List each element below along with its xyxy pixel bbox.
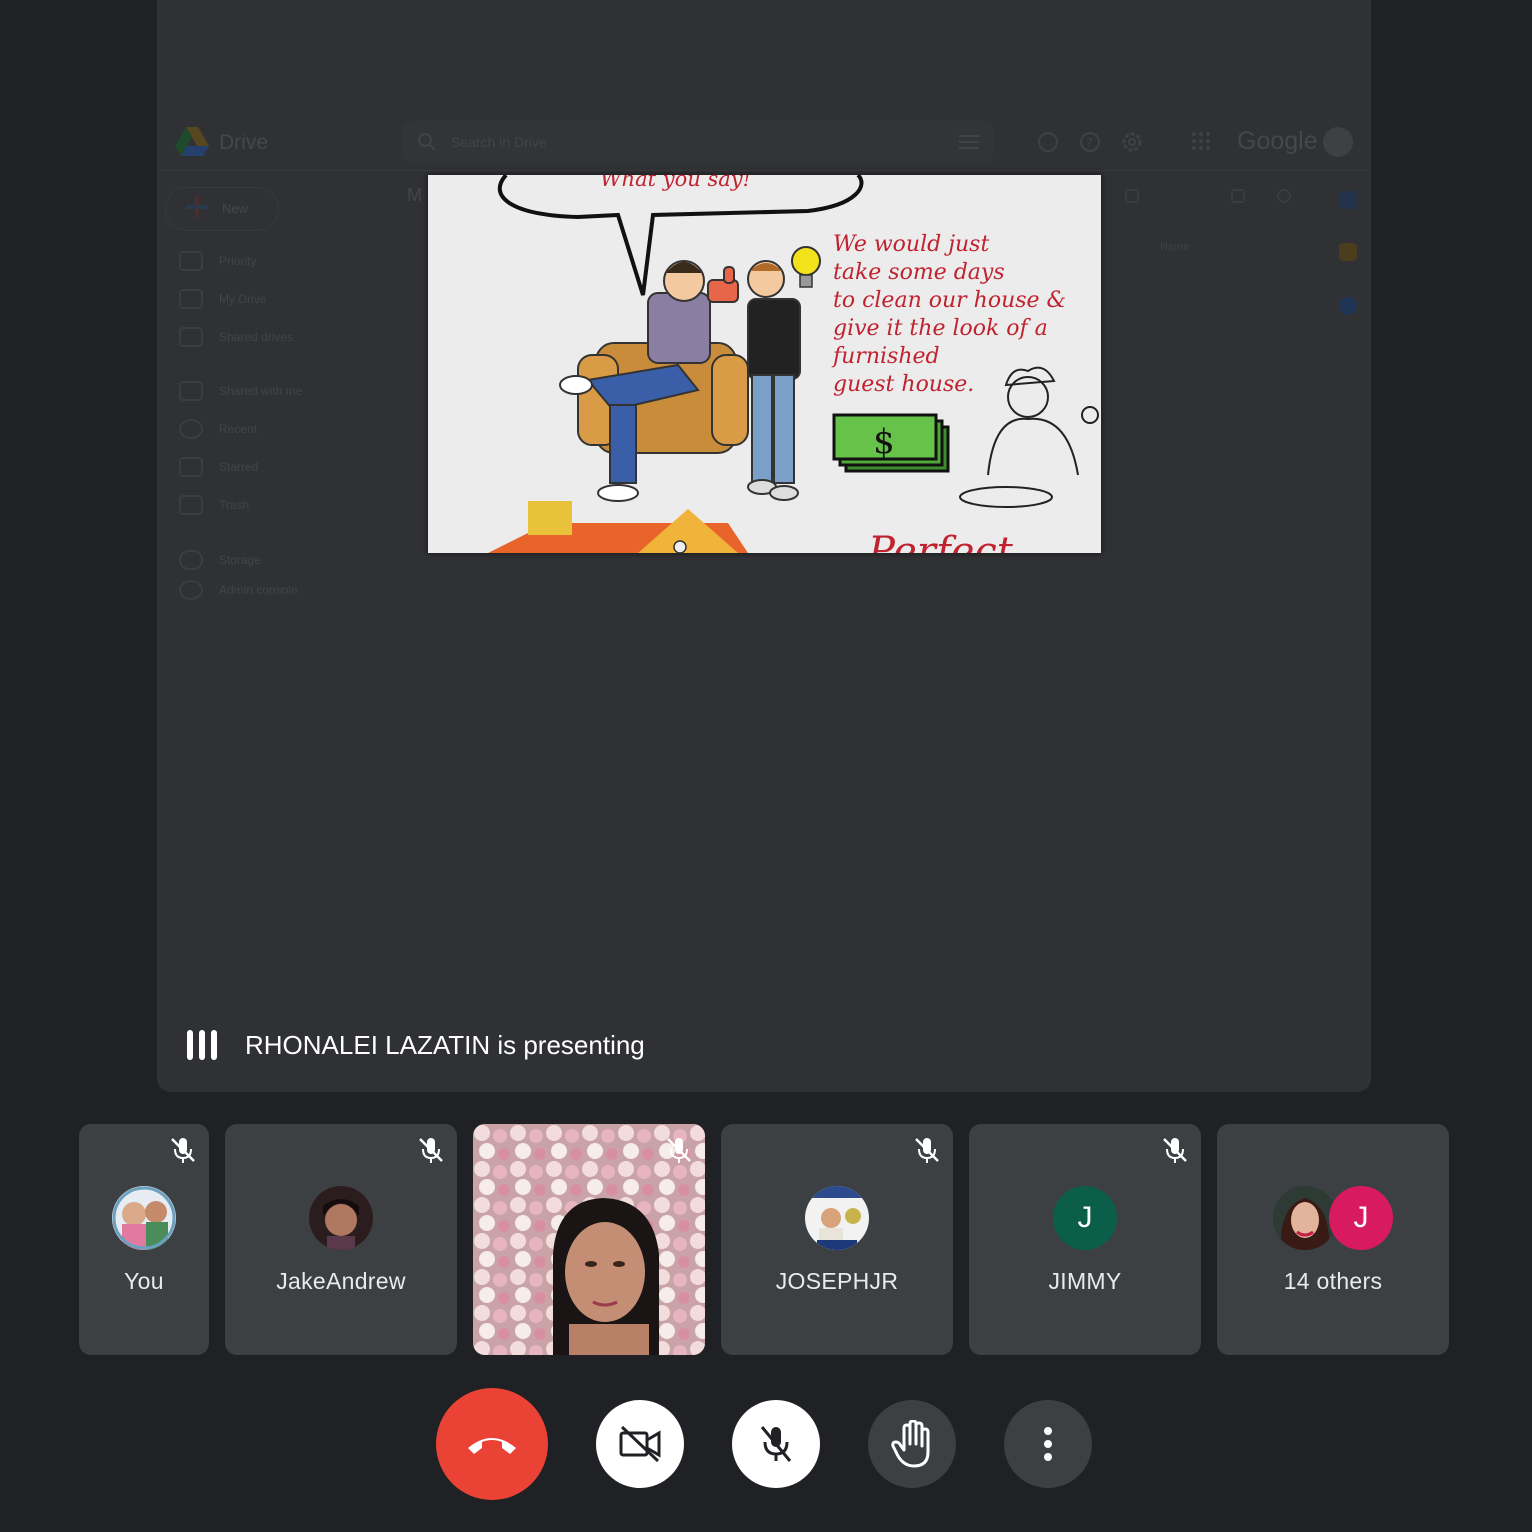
nav-label: Admin console — [219, 583, 298, 597]
avatar — [309, 1186, 373, 1250]
offline-check-icon — [1038, 132, 1058, 152]
presentation-stage: Drive Search in Drive ? Google New M Pri… — [157, 0, 1371, 1092]
video-off-icon — [619, 1425, 661, 1463]
search-placeholder: Search in Drive — [451, 134, 547, 150]
mic-off-icon — [419, 1138, 443, 1163]
clock-icon — [179, 419, 203, 439]
drive-app-name: Drive — [219, 131, 269, 154]
new-button-label: New — [222, 201, 249, 216]
participant-tile-others[interactable]: J 14 others — [1217, 1124, 1449, 1355]
drive-search-input: Search in Drive — [403, 121, 993, 163]
avatar — [112, 1186, 176, 1250]
check-circle-icon — [179, 251, 203, 271]
phone-hangup-icon — [468, 1438, 516, 1454]
meet-window: Drive Search in Drive ? Google New M Pri… — [0, 0, 1532, 1532]
mic-off-icon — [915, 1138, 939, 1163]
tune-icon — [959, 135, 979, 149]
slide-body-text: We would just take some days to clean ou… — [833, 232, 1067, 397]
trash-icon — [179, 495, 203, 515]
avatar: J — [1053, 1186, 1117, 1250]
breadcrumb: M — [407, 185, 422, 205]
avatar-letter: J — [1353, 1201, 1369, 1234]
admin-icon — [179, 580, 203, 600]
participant-tile-jimmy[interactable]: J JIMMY — [969, 1124, 1201, 1355]
drive-nav-trash: Trash — [179, 493, 249, 517]
drive-nav-priority: Priority — [179, 249, 256, 273]
star-icon — [179, 457, 203, 477]
drive-logo-icon — [175, 127, 209, 156]
plus-icon — [186, 196, 208, 218]
mic-off-icon — [760, 1426, 792, 1462]
avatar-letter: J — [1077, 1201, 1093, 1234]
avatar — [1273, 1186, 1337, 1250]
participant-name: JIMMY — [1048, 1268, 1122, 1294]
participant-name: 14 others — [1283, 1268, 1383, 1294]
participant-tile-you[interactable]: You — [79, 1124, 209, 1355]
people-icon — [179, 381, 203, 401]
raise-hand-button[interactable] — [868, 1400, 956, 1488]
drive-nav-recent: Recent — [179, 417, 257, 441]
svg-text:?: ? — [1086, 136, 1092, 150]
mic-off-icon — [667, 1138, 691, 1163]
money-symbol: $ — [873, 422, 895, 462]
mic-off-icon — [171, 1138, 195, 1163]
presenting-bars-icon — [187, 1030, 221, 1060]
nav-label: Priority — [219, 254, 257, 268]
nav-label: Recent — [219, 422, 258, 436]
drive-nav-storage: Storage — [179, 548, 261, 572]
presenting-banner: RHONALEI LAZATIN is presenting — [187, 1028, 645, 1062]
slide-top-text: What you say! — [600, 175, 752, 191]
help-icon: ? — [1080, 132, 1100, 152]
account-avatar — [1323, 127, 1353, 157]
nav-label: Storage — [219, 553, 262, 567]
drive-nav-admin-console: Admin console — [179, 578, 298, 602]
mic-toggle-button[interactable] — [732, 1400, 820, 1488]
drive-topbar: Drive Search in Drive ? Google — [157, 115, 1371, 171]
presenting-text: RHONALEI LAZATIN is presenting — [245, 1029, 645, 1060]
shared-drives-icon — [179, 327, 203, 347]
list-view-icon — [1231, 189, 1245, 203]
participant-tile-jakeandrew[interactable]: JakeAndrew — [225, 1124, 457, 1355]
keep-icon — [1339, 243, 1357, 261]
participant-tile-josephjr[interactable]: JOSEPHJR — [721, 1124, 953, 1355]
shared-slide: $ Perfect What you say! We would just ta… — [428, 175, 1101, 553]
avatar — [805, 1186, 869, 1250]
camera-toggle-button[interactable] — [596, 1400, 684, 1488]
tasks-icon — [1339, 297, 1357, 315]
participant-name: JakeAndrew — [276, 1268, 406, 1294]
avatar: J — [1329, 1186, 1393, 1250]
search-icon — [418, 133, 436, 151]
more-vert-icon — [1044, 1427, 1052, 1461]
participant-name: JOSEPHJR — [775, 1268, 899, 1294]
apps-grid-icon — [1192, 132, 1210, 150]
google-wordmark: Google — [1237, 127, 1318, 155]
nav-label: Starred — [219, 460, 259, 474]
participant-tile-video[interactable] — [473, 1124, 705, 1355]
nav-label: Trash — [219, 498, 250, 512]
hand-icon — [891, 1420, 930, 1468]
participant-name: You — [124, 1268, 164, 1294]
column-header-name: Name — [1160, 241, 1190, 253]
calendar-icon — [1339, 191, 1357, 209]
nav-label: Shared drives — [219, 330, 294, 344]
nav-label: My Drive — [219, 292, 267, 306]
drive-nav-shared-with-me: Shared with me — [179, 379, 302, 403]
drive-new-button: New — [165, 187, 279, 231]
drive-nav-my-drive: My Drive — [179, 287, 266, 311]
settings-gear-icon — [1122, 132, 1142, 152]
svg-text:Perfect: Perfect — [867, 529, 1014, 553]
info-icon — [1277, 189, 1291, 203]
end-call-button[interactable] — [436, 1388, 548, 1500]
cloud-icon — [179, 550, 203, 570]
nav-label: Shared with me — [219, 384, 303, 398]
more-options-button[interactable] — [1004, 1400, 1092, 1488]
my-drive-icon — [179, 289, 203, 309]
drive-nav-starred: Starred — [179, 455, 258, 479]
mic-off-icon — [1163, 1138, 1187, 1163]
trash-icon — [1125, 189, 1139, 203]
drive-nav-shared-drives: Shared drives — [179, 325, 293, 349]
